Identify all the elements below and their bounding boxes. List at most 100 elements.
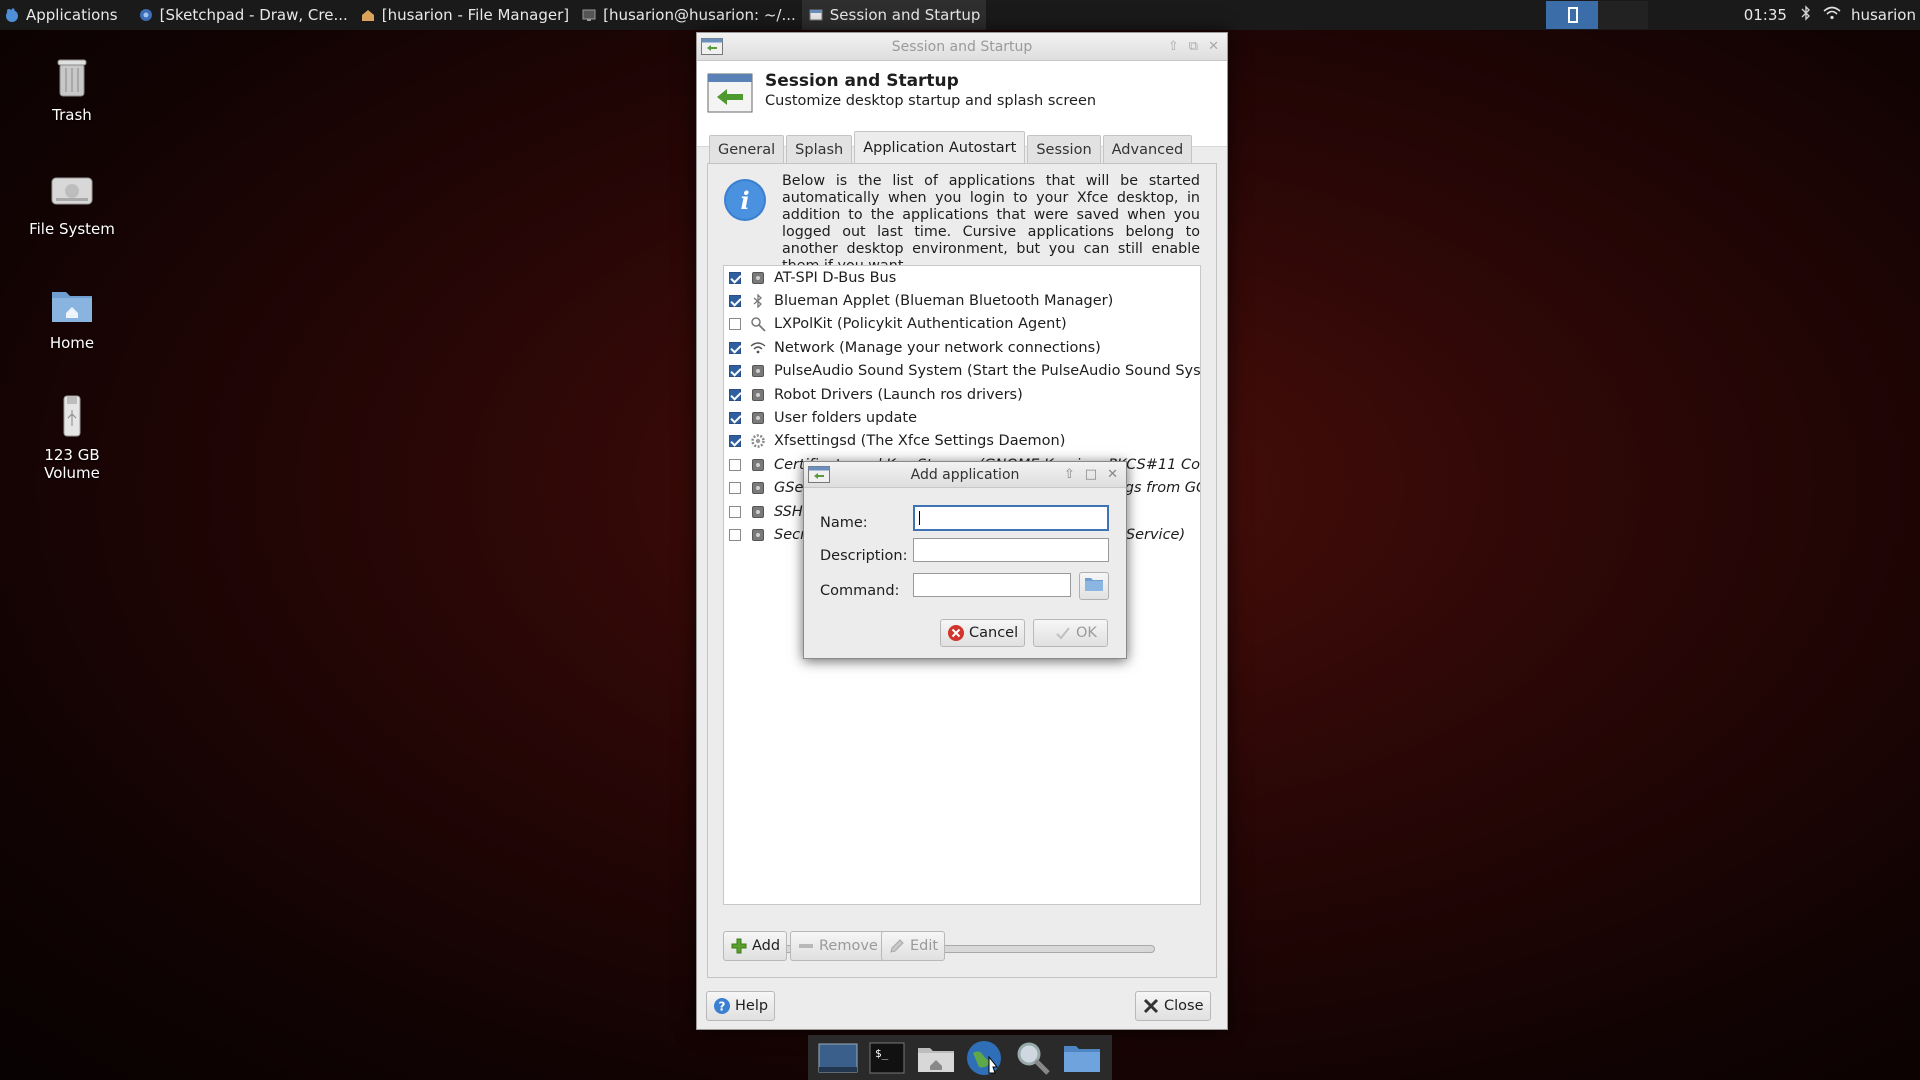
autostart-checkbox[interactable] — [729, 435, 741, 448]
bluetooth-icon[interactable] — [1795, 5, 1817, 25]
autostart-row[interactable]: Blueman Applet (Blueman Bluetooth Manage… — [724, 289, 1200, 312]
autostart-label: Blueman Applet (Blueman Bluetooth Manage… — [774, 293, 1114, 310]
desktop-icon-home[interactable]: Home — [12, 280, 132, 352]
home-folder-icon — [48, 280, 96, 328]
cancel-icon — [947, 624, 965, 642]
help-icon: ? — [713, 997, 731, 1015]
user-menu[interactable]: husarion — [1847, 6, 1920, 24]
workspace-switcher-empty[interactable] — [1598, 1, 1648, 29]
autostart-checkbox[interactable] — [729, 482, 741, 495]
autostart-checkbox[interactable] — [729, 295, 741, 308]
description-field[interactable] — [913, 538, 1109, 562]
autostart-row[interactable]: PulseAudio Sound System (Start the Pulse… — [724, 360, 1200, 383]
help-button-label: Help — [735, 998, 769, 1014]
terminal-icon[interactable]: $_ — [865, 1038, 909, 1078]
application-icon — [750, 270, 766, 286]
edit-button[interactable]: Edit — [881, 931, 946, 961]
folder-icon[interactable] — [1060, 1038, 1104, 1078]
application-icon — [750, 410, 766, 426]
taskbar-item-session-startup[interactable]: Session and Startup — [801, 0, 987, 30]
desktop-icon-label: 123 GB — [44, 446, 100, 464]
desktop-icon-file-system[interactable]: File System — [12, 166, 132, 238]
keys-icon — [750, 316, 766, 333]
maximize-icon[interactable]: □ — [1085, 467, 1097, 482]
close-icon[interactable]: ✕ — [1208, 39, 1219, 54]
autostart-row[interactable]: LXPolKit (Policykit Authentication Agent… — [724, 313, 1200, 336]
help-button[interactable]: ? Help — [706, 991, 776, 1021]
close-button-label: Close — [1164, 998, 1204, 1014]
autostart-checkbox[interactable] — [729, 505, 741, 518]
desktop-icon-trash[interactable]: Trash — [12, 52, 132, 124]
autostart-label: PulseAudio Sound System (Start the Pulse… — [774, 363, 1201, 380]
trash-icon — [48, 52, 96, 100]
autostart-checkbox[interactable] — [729, 412, 741, 425]
session-icon — [808, 7, 824, 23]
autostart-label: LXPolKit (Policykit Authentication Agent… — [774, 316, 1067, 333]
svg-text:i: i — [740, 186, 749, 215]
autostart-label: Robot Drivers (Launch ros drivers) — [774, 386, 1023, 403]
shade-icon[interactable]: ⇧ — [1168, 39, 1179, 54]
desktop-icon-label: File System — [29, 220, 115, 238]
tab-advanced[interactable]: Advanced — [1102, 135, 1193, 163]
autostart-checkbox[interactable] — [729, 271, 741, 284]
remove-button[interactable]: Remove — [790, 931, 885, 961]
autostart-row[interactable]: Network (Manage your network connections… — [724, 336, 1200, 359]
cancel-button[interactable]: Cancel — [940, 619, 1026, 647]
workspace-switcher-active[interactable] — [1546, 1, 1598, 29]
tab-bar: General Splash Application Autostart Ses… — [709, 131, 1194, 163]
web-browser-icon[interactable] — [962, 1038, 1006, 1078]
shade-icon[interactable]: ⇧ — [1064, 467, 1075, 482]
show-desktop-icon[interactable] — [816, 1038, 860, 1078]
gear-icon — [750, 433, 766, 449]
application-icon — [750, 363, 766, 379]
session-startup-icon — [707, 73, 753, 113]
maximize-icon[interactable]: ⧉ — [1189, 39, 1198, 54]
close-button[interactable]: Close — [1135, 991, 1211, 1021]
autostart-row[interactable]: AT-SPI D-Bus Bus — [724, 266, 1200, 289]
autostart-row[interactable]: Robot Drivers (Launch ros drivers) — [724, 383, 1200, 406]
taskbar-item-sketchpad[interactable]: [Sketchpad - Draw, Cre... — [132, 0, 354, 30]
browse-command-button[interactable] — [1079, 572, 1109, 600]
application-icon — [750, 387, 766, 403]
svg-text:?: ? — [719, 1000, 726, 1014]
name-field[interactable] — [913, 505, 1109, 531]
autostart-row[interactable]: Xfsettingsd (The Xfce Settings Daemon) — [724, 430, 1200, 453]
autostart-checkbox[interactable] — [729, 528, 741, 541]
desktop-icon-label: Trash — [52, 106, 92, 124]
tab-splash[interactable]: Splash — [786, 135, 853, 163]
command-field[interactable] — [913, 573, 1071, 597]
window-titlebar[interactable]: Session and Startup ⇧ ⧉ ✕ — [697, 33, 1227, 61]
home-folder-icon[interactable] — [914, 1038, 958, 1078]
info-icon: i — [723, 178, 767, 222]
session-icon — [808, 466, 830, 483]
tab-session[interactable]: Session — [1027, 135, 1101, 163]
chromium-icon — [138, 7, 154, 23]
desktop-icon-label: Home — [49, 334, 95, 352]
ok-button[interactable]: OK — [1033, 619, 1108, 647]
wifi-icon — [750, 340, 766, 356]
wifi-icon[interactable] — [1817, 6, 1847, 24]
autostart-checkbox[interactable] — [729, 318, 741, 331]
taskbar-item-terminal[interactable]: [husarion@husarion: ~/... — [575, 0, 802, 30]
tab-general[interactable]: General — [709, 135, 785, 163]
dialog-titlebar[interactable]: Add application ⇧ □ ✕ — [804, 462, 1126, 488]
autostart-checkbox[interactable] — [729, 341, 741, 354]
autostart-checkbox[interactable] — [729, 388, 741, 401]
xfce-mouse-icon — [4, 7, 20, 23]
clock[interactable]: 01:35 — [1736, 6, 1795, 24]
add-button[interactable]: Add — [723, 931, 788, 961]
close-icon[interactable]: ✕ — [1107, 467, 1118, 482]
autostart-checkbox[interactable] — [729, 365, 741, 378]
search-icon[interactable] — [1011, 1038, 1055, 1078]
tab-application-autostart[interactable]: Application Autostart — [854, 131, 1026, 163]
applications-menu-button[interactable]: Applications — [0, 0, 124, 30]
autostart-row[interactable]: User folders update — [724, 406, 1200, 429]
application-icon — [750, 527, 766, 543]
autostart-checkbox[interactable] — [729, 458, 741, 471]
taskbar-item-file-manager[interactable]: [husarion - File Manager] — [354, 0, 575, 30]
applications-menu-label: Applications — [26, 6, 118, 24]
taskbar-item-label: [Sketchpad - Draw, Cre... — [159, 6, 348, 24]
desktop-icon-volume[interactable]: 123 GB Volume — [12, 392, 132, 482]
bluetooth-icon — [750, 293, 766, 309]
taskbar-item-label: Session and Startup — [829, 6, 981, 24]
